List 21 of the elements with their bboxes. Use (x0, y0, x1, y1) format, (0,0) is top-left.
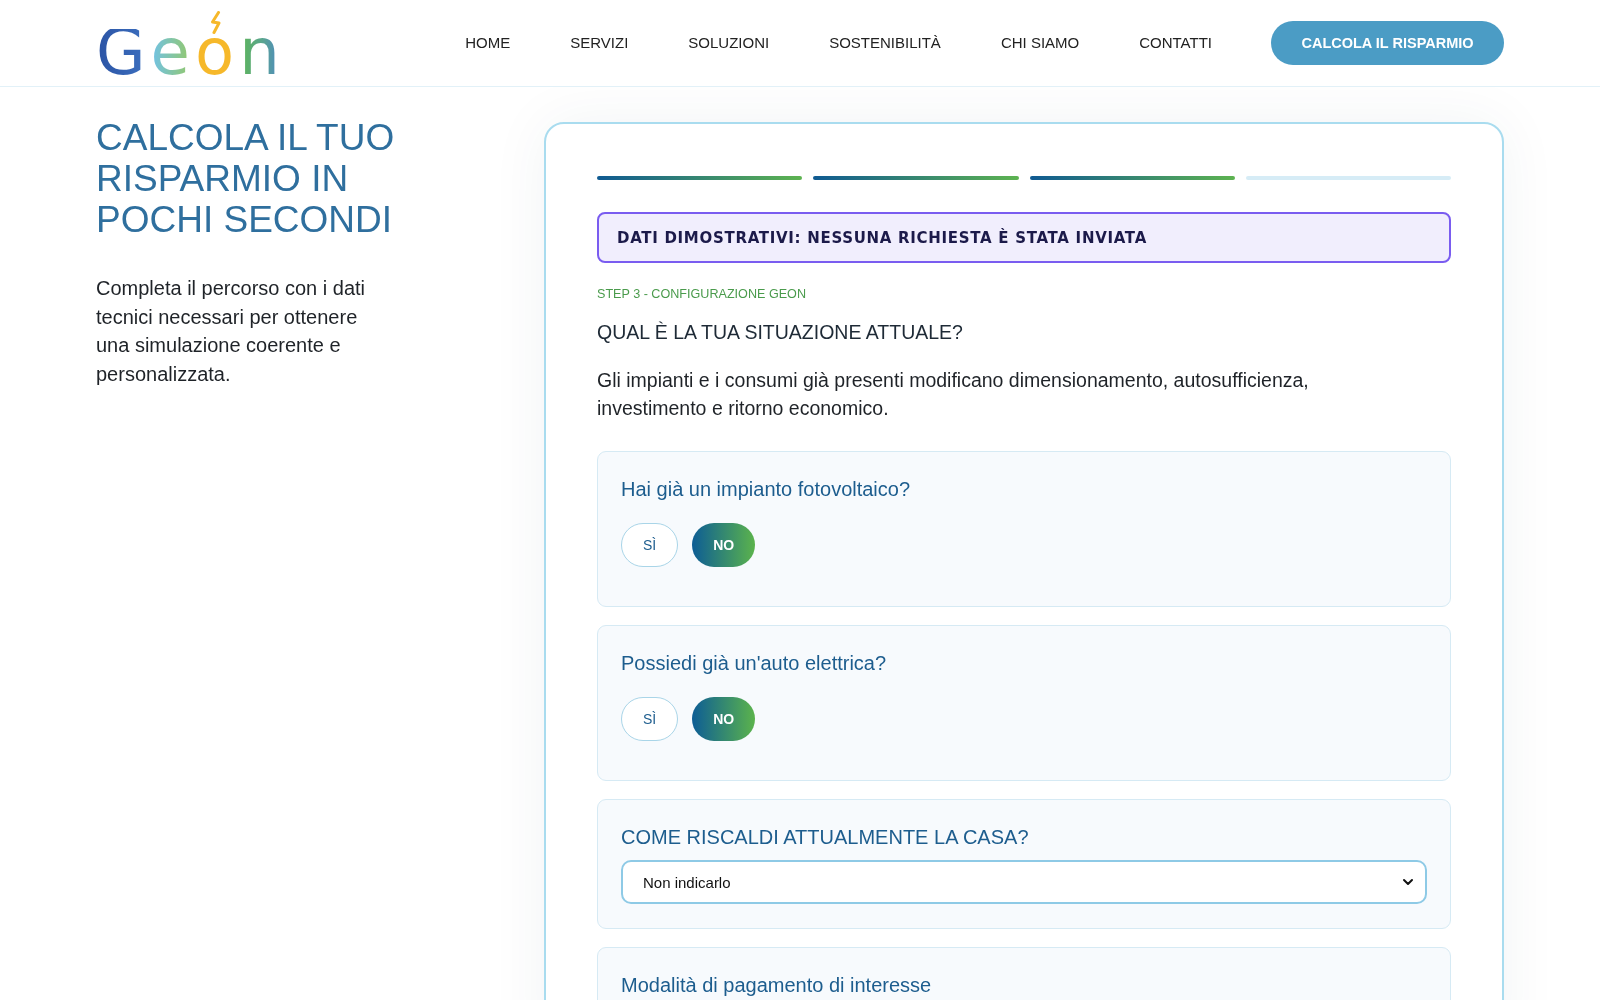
question-label: Possiedi già un'auto elettrica? (621, 651, 888, 677)
question-title: QUAL È LA TUA SITUAZIONE ATTUALE? (597, 320, 964, 345)
question-label: Hai già un impianto fotovoltaico? (621, 477, 912, 503)
question-description: Gli impianti e i consumi già presenti modificano dimensionamento, autosufficienza, investimento e ritorno economico. (597, 368, 1310, 421)
nav-link[interactable]: HOME (465, 34, 511, 52)
option-button[interactable]: SÌ (621, 523, 679, 568)
nav-link[interactable]: CONTATTI (1139, 34, 1212, 52)
question-label: Modalità di pagamento di interesse (621, 973, 933, 999)
nav-link[interactable]: CHI SIAMO (1000, 34, 1080, 52)
question-label: COME RISCALDI ATTUALMENTE LA CASA? (621, 825, 1030, 851)
select-field[interactable]: Non indicarlo (621, 860, 1427, 905)
option-button[interactable]: NO (692, 697, 756, 742)
demo-notice: DATI DIMOSTRATIVI: NESSUNA RICHIESTA È STATA INVIATA (597, 212, 1451, 263)
option-button[interactable]: SÌ (621, 697, 679, 742)
nav-link[interactable]: SOSTENIBILITÀ (829, 34, 941, 52)
page-title: CALCOLA IL TUO RISPARMIO IN POCHI SECONDI (96, 117, 396, 240)
nav-link[interactable]: SOLUZIONI (688, 34, 770, 52)
option-button[interactable]: NO (692, 523, 756, 568)
intro-text: Completa il percorso con i dati tecnici necessari per ottenere una simulazione coerente e personalizzata. (96, 276, 366, 387)
nav-link[interactable]: SERVIZI (570, 34, 629, 52)
step-label: STEP 3 - CONFIGURAZIONE GEON (597, 286, 807, 302)
